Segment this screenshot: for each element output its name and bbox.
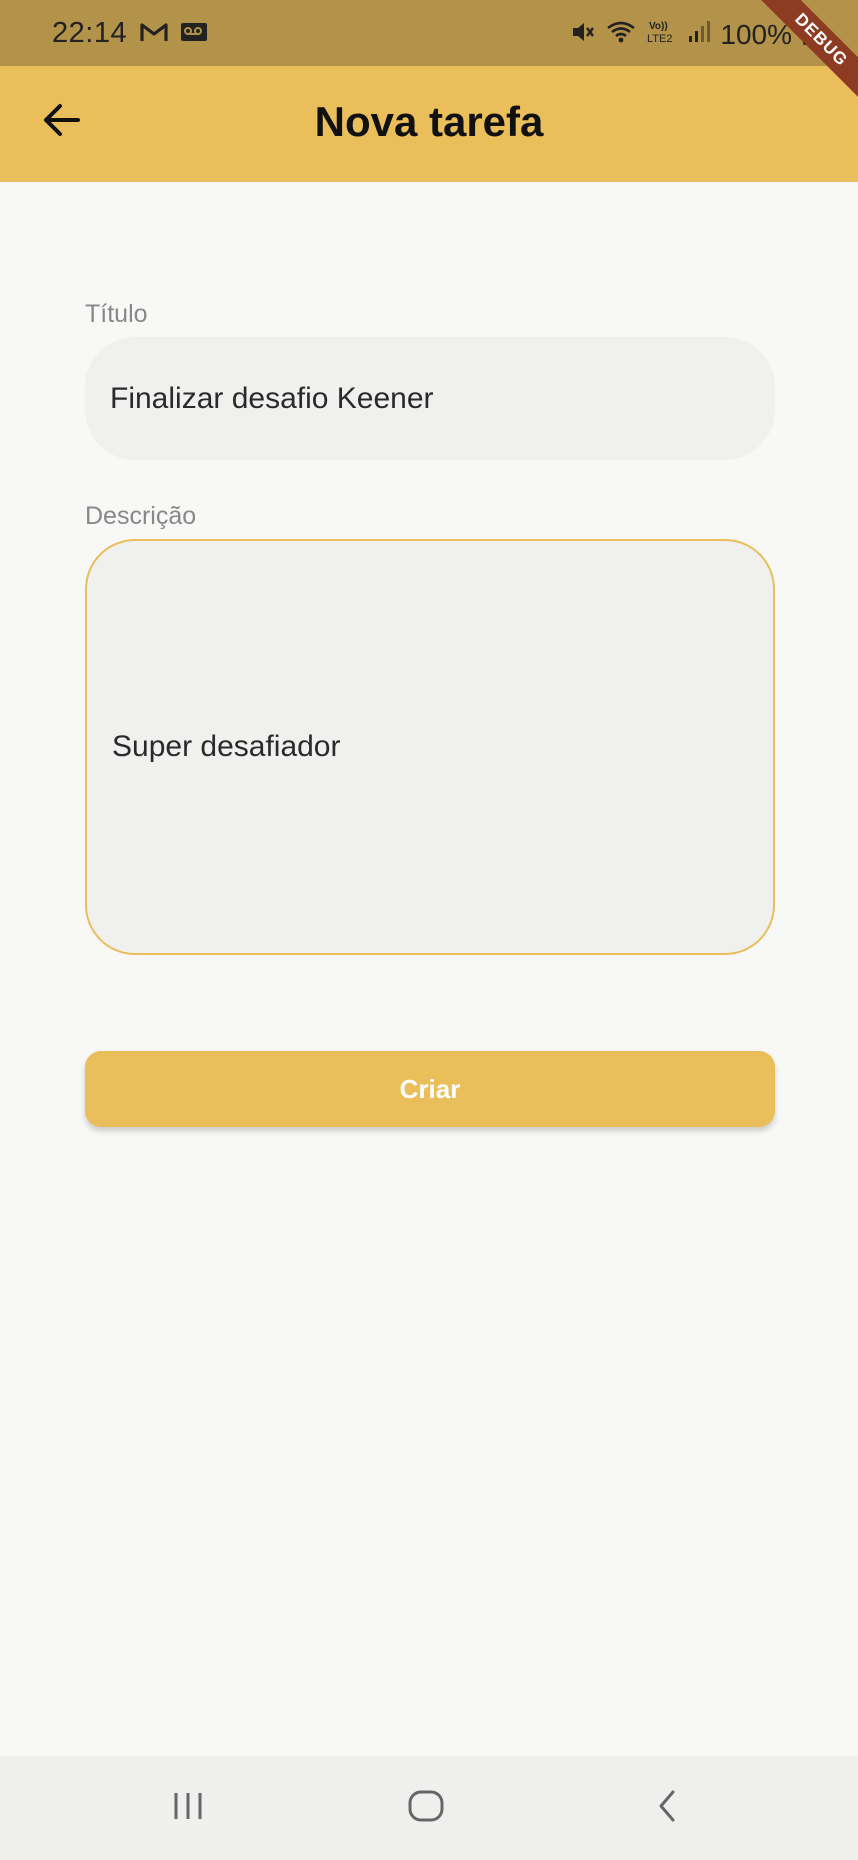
page-title: Nova tarefa — [314, 98, 544, 145]
back-icon — [655, 1789, 679, 1828]
recent-apps-icon — [171, 1790, 205, 1827]
wifi-icon — [606, 19, 636, 50]
home-button[interactable] — [402, 1784, 450, 1832]
status-left-icons — [140, 21, 210, 48]
recent-apps-button[interactable] — [164, 1784, 212, 1832]
status-time: 22:14 — [52, 17, 128, 49]
battery-percentage: 100% — [720, 18, 792, 50]
task-form: Título Finalizar desafio Keener Descriçã… — [85, 300, 775, 1127]
app-bar: Nova tarefa — [0, 66, 858, 182]
status-right-icons: Vo)) LTE2 100% — [570, 18, 818, 51]
nav-back-button[interactable] — [643, 1784, 691, 1832]
signal-icon — [688, 20, 711, 49]
title-input-value: Finalizar desafio Keener — [110, 381, 434, 415]
title-label: Título — [85, 300, 148, 328]
description-input[interactable]: Super desafiador — [85, 539, 775, 955]
mute-icon — [570, 19, 596, 50]
system-nav-bar — [0, 1756, 858, 1860]
description-label: Descrição — [85, 502, 197, 530]
svg-text:LTE2: LTE2 — [647, 33, 672, 45]
voicemail-icon — [180, 21, 210, 48]
volte-lte2-icon: Vo)) LTE2 — [646, 18, 678, 51]
title-input[interactable]: Finalizar desafio Keener — [85, 337, 775, 460]
home-icon — [407, 1789, 445, 1828]
status-bar: 22:14 Vo)) LTE2 100% — [0, 0, 858, 66]
svg-text:Vo)): Vo)) — [649, 21, 668, 32]
create-button[interactable]: Criar — [85, 1051, 775, 1127]
description-input-value: Super desafiador — [112, 730, 341, 763]
gmail-icon — [140, 21, 168, 48]
